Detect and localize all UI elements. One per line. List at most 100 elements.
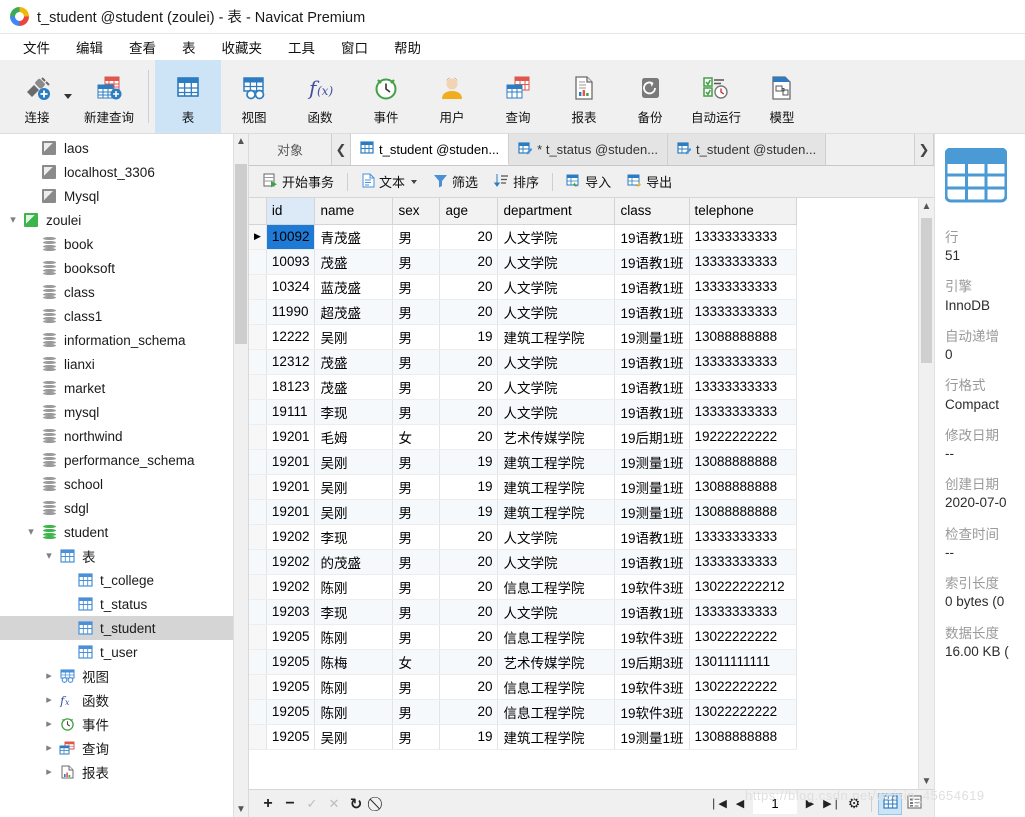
tree-node-[interactable]: ▸ f x 函数: [0, 688, 248, 712]
tree-node-book[interactable]: book: [0, 232, 248, 256]
text-dropdown-caret-icon[interactable]: [411, 179, 418, 184]
cell-id[interactable]: 18123: [266, 374, 316, 400]
cell-telephone[interactable]: 13333333333: [689, 399, 797, 425]
tree-node-mysql[interactable]: mysql: [0, 400, 248, 424]
cell-age[interactable]: 20: [439, 424, 499, 450]
table-row[interactable]: 19205 陈刚男 20 信息工程学院 19软件3班 13022222222: [249, 674, 797, 700]
add-record-button[interactable]: +: [257, 795, 279, 813]
cell-department[interactable]: 建筑工程学院: [497, 724, 616, 750]
cell-class[interactable]: 19语教1班: [614, 549, 690, 575]
chevron-right-icon[interactable]: ▸: [40, 670, 58, 682]
cell-department[interactable]: 艺术传媒学院: [497, 424, 616, 450]
tree-node-t_college[interactable]: t_college: [0, 568, 248, 592]
cell-class[interactable]: 19后期3班: [614, 649, 690, 675]
cell-sex[interactable]: 男: [392, 724, 441, 750]
chevron-right-icon[interactable]: ▸: [40, 718, 58, 730]
toolbar-backup-button[interactable]: 备份: [617, 60, 683, 133]
toolbar-connection-button[interactable]: 连接: [4, 60, 70, 133]
cell-department[interactable]: 人文学院: [497, 599, 616, 625]
cell-telephone[interactable]: 13088888888: [689, 499, 797, 525]
cell-name[interactable]: 陈刚: [314, 674, 394, 700]
cell-id[interactable]: 19202: [266, 549, 316, 575]
cell-class[interactable]: 19语教1班: [614, 374, 690, 400]
form-view-button[interactable]: [902, 793, 926, 815]
cell-id[interactable]: 12222: [266, 324, 316, 350]
cell-age[interactable]: 20: [439, 624, 499, 650]
cell-department[interactable]: 建筑工程学院: [497, 449, 616, 475]
cell-class[interactable]: 19语教1班: [614, 599, 690, 625]
cell-sex[interactable]: 男: [392, 374, 441, 400]
cell-class[interactable]: 19软件3班: [614, 574, 690, 600]
next-page-button[interactable]: ▶: [799, 797, 821, 810]
cell-age[interactable]: 20: [439, 574, 499, 600]
toolbar-automation-button[interactable]: 自动运行: [683, 60, 749, 133]
table-row[interactable]: 19205 陈刚男 20 信息工程学院 19软件3班 13022222222: [249, 699, 797, 725]
cell-department[interactable]: 建筑工程学院: [497, 324, 616, 350]
table-row[interactable]: 10093 茂盛男 20 人文学院 19语教1班 13333333333: [249, 249, 797, 275]
cell-age[interactable]: 20: [439, 224, 499, 250]
cell-name[interactable]: 陈梅: [314, 649, 394, 675]
cell-department[interactable]: 人文学院: [497, 274, 616, 300]
confirm-record-button[interactable]: ✓: [301, 796, 323, 812]
prev-page-button[interactable]: ◀: [729, 797, 751, 810]
tree-node-information_schema[interactable]: information_schema: [0, 328, 248, 352]
tree-node-[interactable]: ▸ 报表: [0, 760, 248, 784]
cell-age[interactable]: 20: [439, 274, 499, 300]
cell-age[interactable]: 20: [439, 549, 499, 575]
table-row[interactable]: ▶ 10092 青茂盛男 20 人文学院 19语教1班 13333333333: [249, 224, 797, 250]
cell-sex[interactable]: 男: [392, 599, 441, 625]
cell-id[interactable]: 10092: [266, 224, 316, 250]
cell-age[interactable]: 19: [439, 324, 499, 350]
table-row[interactable]: 10324 蓝茂盛男 20 人文学院 19语教1班 13333333333: [249, 274, 797, 300]
cell-name[interactable]: 蓝茂盛: [314, 274, 394, 300]
tree-node-[interactable]: ▸ 视图: [0, 664, 248, 688]
cell-sex[interactable]: 男: [392, 449, 441, 475]
grid-header-age[interactable]: age: [439, 198, 499, 225]
cell-sex[interactable]: 男: [392, 324, 441, 350]
cell-id[interactable]: 19201: [266, 474, 316, 500]
cell-sex[interactable]: 男: [392, 299, 441, 325]
cell-id[interactable]: 19202: [266, 574, 316, 600]
cell-class[interactable]: 19软件3班: [614, 699, 690, 725]
document-tab-t-status[interactable]: * t_status @studen...: [509, 134, 669, 165]
cell-age[interactable]: 19: [439, 449, 499, 475]
sidebar-scrollbar[interactable]: ▲ ▼: [233, 134, 248, 817]
sort-button[interactable]: 排序: [486, 169, 547, 194]
cell-sex[interactable]: 男: [392, 274, 441, 300]
cell-class[interactable]: 19软件3班: [614, 674, 690, 700]
cell-telephone[interactable]: 13333333333: [689, 549, 797, 575]
cell-sex[interactable]: 男: [392, 249, 441, 275]
table-row[interactable]: 19111 李现男 20 人文学院 19语教1班 13333333333: [249, 399, 797, 425]
table-row[interactable]: 11990 超茂盛男 20 人文学院 19语教1班 13333333333: [249, 299, 797, 325]
chevron-down-icon[interactable]: ▾: [22, 526, 40, 538]
chevron-right-icon[interactable]: ▸: [40, 742, 58, 754]
table-row[interactable]: 19202 陈刚男 20 信息工程学院 19软件3班 130222222212: [249, 574, 797, 600]
toolbar-new-query-button[interactable]: 新建查询: [76, 60, 142, 133]
tree-node-lianxi[interactable]: lianxi: [0, 352, 248, 376]
cell-department[interactable]: 信息工程学院: [497, 624, 616, 650]
cell-id[interactable]: 19205: [266, 699, 316, 725]
cell-age[interactable]: 20: [439, 699, 499, 725]
cell-telephone[interactable]: 13333333333: [689, 599, 797, 625]
cell-department[interactable]: 人文学院: [497, 299, 616, 325]
toolbar-query-button[interactable]: 查询: [485, 60, 551, 133]
cell-sex[interactable]: 男: [392, 224, 441, 250]
menu-table[interactable]: 表: [169, 34, 209, 60]
cell-class[interactable]: 19语教1班: [614, 399, 690, 425]
cell-telephone[interactable]: 13333333333: [689, 299, 797, 325]
chevron-right-icon[interactable]: ▸: [40, 766, 58, 778]
grid-view-button[interactable]: [878, 792, 902, 815]
cell-age[interactable]: 20: [439, 649, 499, 675]
cell-age[interactable]: 20: [439, 524, 499, 550]
cell-name[interactable]: 李现: [314, 599, 394, 625]
objects-tab[interactable]: 对象: [249, 134, 331, 165]
cell-id[interactable]: 19205: [266, 624, 316, 650]
tree-node-[interactable]: ▸ 事件: [0, 712, 248, 736]
cell-class[interactable]: 19测量1班: [614, 449, 690, 475]
cell-telephone[interactable]: 13022222222: [689, 624, 797, 650]
cell-id[interactable]: 11990: [266, 299, 316, 325]
tree-node-t_status[interactable]: t_status: [0, 592, 248, 616]
cell-id[interactable]: 19111: [266, 399, 316, 425]
grid-header-class[interactable]: class: [614, 198, 690, 225]
cell-age[interactable]: 19: [439, 474, 499, 500]
